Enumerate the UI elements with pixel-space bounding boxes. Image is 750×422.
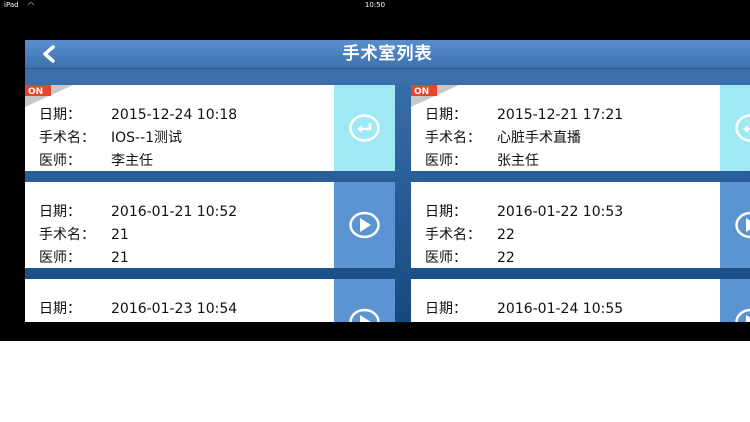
date-value: 2016-01-24 10:55 [497,301,624,317]
play-icon [349,211,380,239]
surgery-value: 22 [497,227,515,243]
date-value: 2016-01-21 10:52 [111,204,238,220]
date-value: 2015-12-24 10:18 [111,107,238,123]
room-card[interactable]: 日期： 2016-01-21 10:52 手术名： 21 医师： 21 [25,182,395,268]
surgery-row: 手术名： 心脏手术直播 [425,127,581,147]
enter-icon [735,114,750,142]
navigation-bar: 手术室列表 [25,40,750,69]
play-icon [349,308,380,322]
date-value: 2015-12-21 17:21 [497,107,624,123]
room-card-info: 日期： 2016-01-23 10:54 [25,279,334,322]
play-button[interactable] [720,182,750,268]
play-button[interactable] [720,279,750,322]
on-badge-icon: ON [25,85,73,107]
play-icon [735,308,750,322]
date-row: 日期： 2015-12-24 10:18 [39,104,237,124]
doctor-label: 医师： [39,250,81,266]
page-title: 手术室列表 [342,44,433,64]
surgery-label: 手术名： [39,130,95,146]
doctor-row: 医师： 22 [425,247,515,267]
clock: 10:50 [364,1,386,9]
enter-room-button[interactable] [720,85,750,171]
room-card[interactable]: 日期： 2016-01-22 10:53 手术名： 22 医师： 22 [411,182,750,268]
surgery-value: 心脏手术直播 [497,130,581,146]
surgery-label: 手术名： [39,227,95,243]
date-value: 2016-01-22 10:53 [497,204,624,220]
header-strip [25,69,750,83]
date-row: 日期： 2016-01-21 10:52 [39,201,237,221]
doctor-label: 医师： [425,250,467,266]
doctor-value: 李主任 [111,153,153,169]
doctor-row: 医师： 21 [39,247,129,267]
date-row: 日期： 2015-12-21 17:21 [425,104,623,124]
doctor-value: 21 [111,250,129,266]
play-button[interactable] [334,182,395,268]
device-frame: 手术室列表 日期： 2015-12-24 10:18 手术名： IOS--1测试 医… [0,10,750,341]
surgery-label: 手术名： [425,130,481,146]
doctor-value: 张主任 [497,153,539,169]
room-card-info: 日期： 2016-01-22 10:53 手术名： 22 医师： 22 [411,182,720,268]
date-label: 日期： [425,301,467,317]
room-card-info: 日期： 2016-01-21 10:52 手术名： 21 医师： 21 [25,182,334,268]
surgery-value: IOS--1测试 [111,130,183,146]
date-label: 日期： [425,204,467,220]
status-bar: iPad ◠ 10:50 [0,0,750,10]
doctor-row: 医师： 张主任 [425,150,539,170]
on-badge-icon: ON [411,85,459,107]
on-badge-text: ON [414,87,429,97]
enter-room-button[interactable] [334,85,395,171]
date-row: 日期： 2016-01-22 10:53 [425,201,623,221]
on-badge-text: ON [28,87,43,97]
room-card[interactable]: 日期： 2015-12-24 10:18 手术名： IOS--1测试 医师： 李主任 … [25,85,395,171]
play-button[interactable] [334,279,395,322]
date-label: 日期： [39,204,81,220]
doctor-label: 医师： [425,153,467,169]
enter-icon [349,114,380,142]
surgery-row: 手术名： IOS--1测试 [39,127,182,147]
date-label: 日期： [425,107,467,123]
room-card-info: 日期： 2016-01-24 10:55 [411,279,720,322]
surgery-label: 手术名： [425,227,481,243]
surgery-value: 21 [111,227,129,243]
date-row: 日期： 2016-01-23 10:54 [39,298,237,318]
doctor-row: 医师： 李主任 [39,150,153,170]
date-row: 日期： 2016-01-24 10:55 [425,298,623,318]
doctor-value: 22 [497,250,515,266]
play-icon [735,211,750,239]
surgery-row: 手术名： 21 [39,224,129,244]
room-card[interactable]: 日期： 2015-12-21 17:21 手术名： 心脏手术直播 医师： 张主任 ON [411,85,750,171]
room-card[interactable]: 日期： 2016-01-24 10:55 [411,279,750,322]
app-screen: 手术室列表 日期： 2015-12-24 10:18 手术名： IOS--1测试 医… [25,40,750,322]
room-card[interactable]: 日期： 2016-01-23 10:54 [25,279,395,322]
date-value: 2016-01-23 10:54 [111,301,238,317]
surgery-row: 手术名： 22 [425,224,515,244]
date-label: 日期： [39,107,81,123]
date-label: 日期： [39,301,81,317]
doctor-label: 医师： [39,153,81,169]
